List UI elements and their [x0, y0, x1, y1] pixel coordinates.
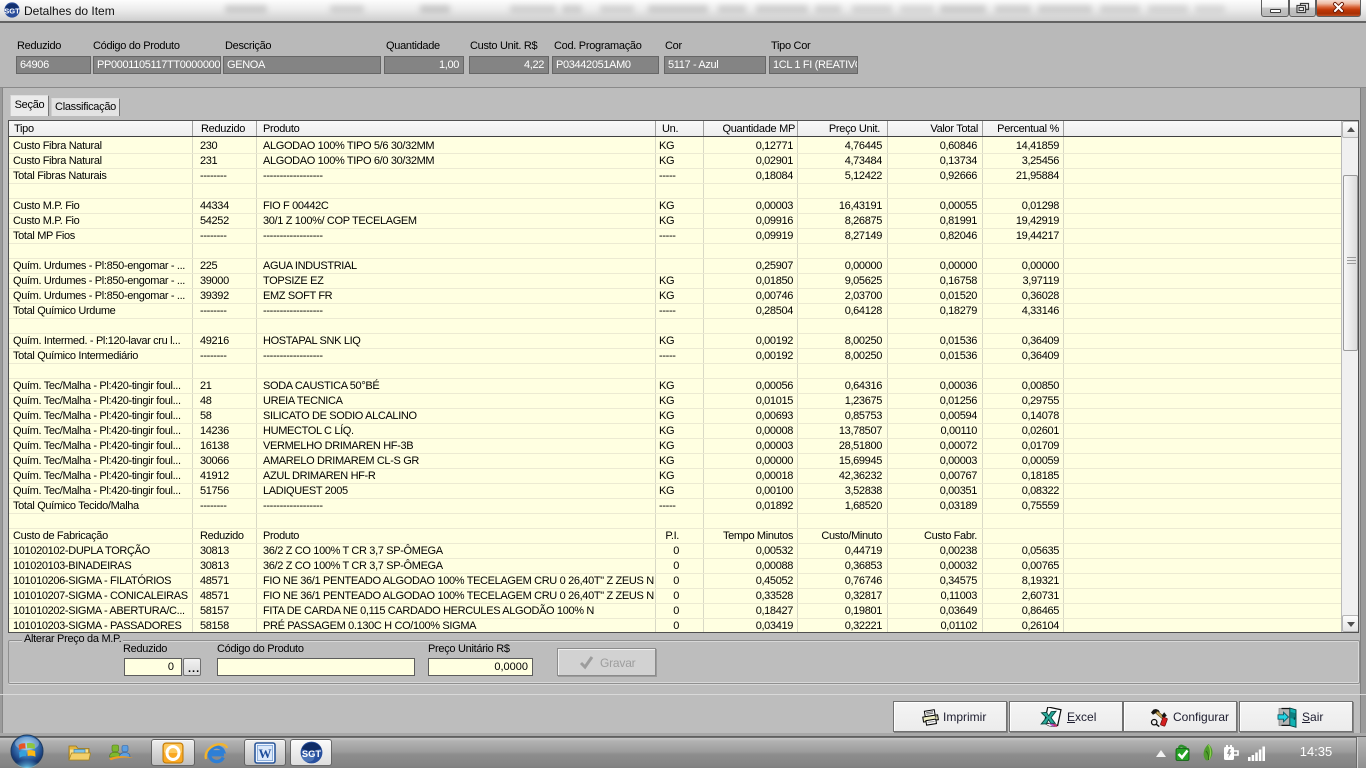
svg-text:SGT: SGT [4, 7, 20, 16]
svg-text:SGT: SGT [302, 749, 321, 759]
svg-text:W: W [259, 746, 272, 761]
